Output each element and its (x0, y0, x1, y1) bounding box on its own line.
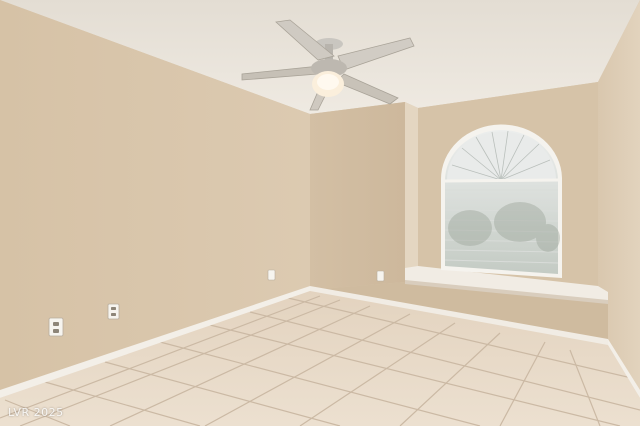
watermark: LVR 2025 (8, 406, 64, 419)
electrical-outlet-icon (107, 303, 120, 320)
electrical-outlet-icon (267, 269, 276, 281)
room-scene (0, 0, 640, 426)
electrical-outlet-icon (48, 317, 64, 337)
back-wall (310, 102, 405, 290)
electrical-outlet-icon (376, 270, 385, 282)
alcove-side-wall (405, 102, 418, 270)
arched-window (440, 124, 562, 278)
